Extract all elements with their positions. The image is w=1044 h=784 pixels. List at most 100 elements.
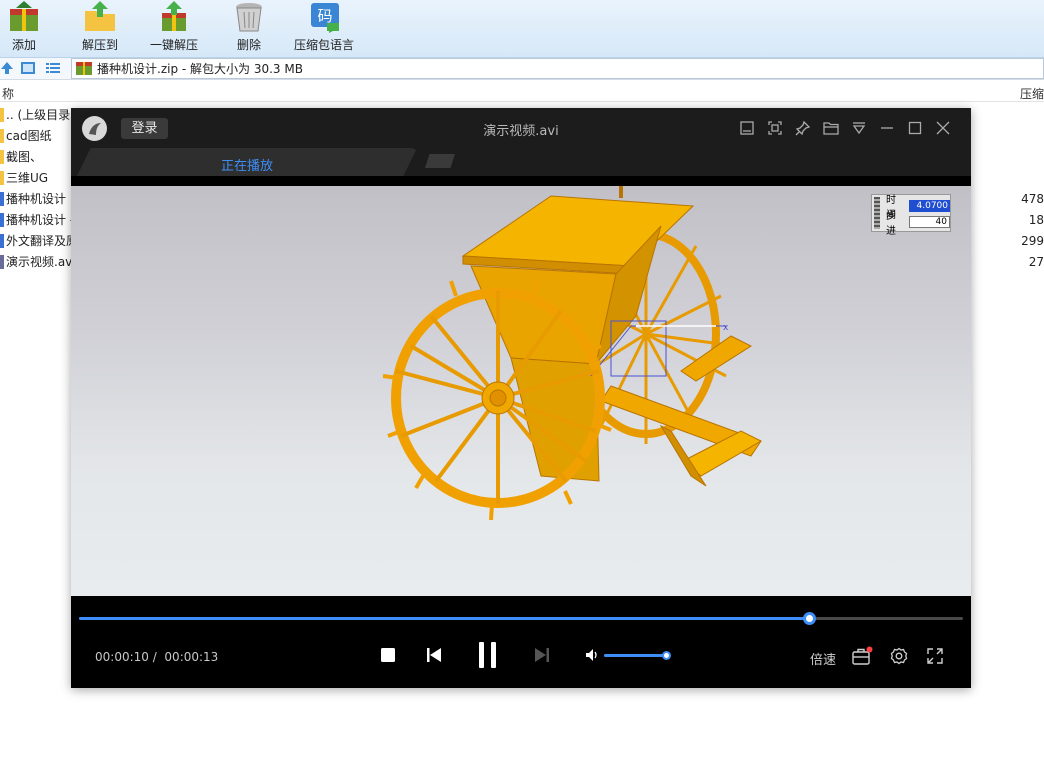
time-display: 00:00:10 / 00:00:13 — [95, 650, 218, 664]
stop-icon — [381, 648, 395, 662]
video-file-icon — [0, 254, 4, 269]
folder-icon — [0, 170, 4, 185]
volume-slider[interactable] — [604, 651, 671, 660]
login-button[interactable]: 登录 — [121, 118, 168, 139]
seeder-machine-render: x — [382, 186, 763, 521]
progress-handle[interactable] — [803, 612, 817, 625]
tab-playlist[interactable] — [425, 154, 455, 168]
time-current: 00:00:10 — [95, 650, 149, 664]
address-bar: 播种机设计.zip - 解包大小为 30.3 MB — [0, 58, 1044, 80]
pin-icon — [795, 120, 811, 136]
delete-bin-icon — [236, 3, 262, 32]
document-icon — [0, 212, 4, 227]
address-field[interactable]: 播种机设计.zip - 解包大小为 30.3 MB — [71, 58, 1044, 79]
stop-button[interactable] — [379, 646, 397, 664]
language-glyph: 码 — [317, 7, 332, 25]
window-controls — [733, 118, 957, 138]
progress-bar[interactable] — [79, 612, 963, 625]
archive-toolbar: 添加 解压到 一键解压 删除 码 压缩包语言 — [0, 0, 1044, 58]
tab-now-playing-label: 正在播放 — [220, 159, 273, 174]
player-tabbar: 正在播放 — [71, 148, 971, 176]
mini-mode-button[interactable] — [733, 118, 761, 138]
thumbnail-view-icon[interactable] — [20, 61, 36, 75]
archive-language-icon: 码 — [311, 3, 339, 33]
player-controls: 00:00:10 / 00:00:13 倍速 — [71, 596, 971, 688]
volume-handle[interactable] — [662, 651, 671, 660]
panel-grip-icon — [874, 197, 880, 229]
add-archive-icon — [10, 1, 38, 31]
time-separator: / — [152, 650, 157, 664]
delete-label: 删除 — [236, 38, 261, 52]
file-name: 三维UG — [6, 171, 49, 185]
toolbox-button[interactable] — [851, 646, 873, 666]
minimize-icon — [881, 127, 893, 129]
file-name: cad图纸 — [6, 129, 52, 143]
file-list-header: 称 压缩 — [0, 82, 1044, 102]
extract-to-icon — [85, 1, 115, 31]
previous-button[interactable] — [425, 646, 443, 664]
file-size: 18 — [1028, 212, 1044, 227]
gear-icon — [890, 647, 908, 665]
list-view-icon[interactable] — [45, 61, 61, 75]
video-frame[interactable]: x 时间 4.0700 步进 40 — [71, 186, 971, 596]
delete-button[interactable]: 删除 — [230, 0, 268, 56]
file-size: 27 — [1028, 254, 1044, 269]
pause-button[interactable] — [475, 640, 501, 670]
fullscreen-icon — [927, 648, 943, 664]
fullscreen-button[interactable] — [926, 646, 944, 666]
player-titlebar[interactable]: 登录 演示视频.avi — [71, 108, 971, 148]
folder-icon — [0, 107, 4, 122]
mute-button[interactable] — [584, 647, 600, 663]
settings-button[interactable] — [889, 646, 909, 666]
extract-to-label: 解压到 — [81, 38, 118, 52]
one-click-extract-icon — [162, 1, 186, 31]
folder-icon — [0, 149, 4, 164]
tab-now-playing[interactable]: 正在播放 — [77, 148, 417, 176]
sim-time-panel: 时间 4.0700 步进 40 — [871, 194, 951, 237]
file-name: .. (上级目录) — [6, 108, 75, 122]
add-button[interactable]: 添加 — [5, 0, 43, 56]
pause-icon — [479, 642, 496, 668]
file-name: 播种机设计 — [6, 192, 67, 206]
video-player-window: 登录 演示视频.avi 正在播放 x 时间 4.0700 步进 40 00:00… — [71, 108, 971, 688]
mini-mode-icon — [740, 121, 754, 135]
next-button[interactable] — [533, 646, 551, 664]
maximize-button[interactable] — [901, 118, 929, 138]
close-icon — [936, 121, 950, 135]
hud-step-label: 步进 — [886, 210, 896, 237]
playback-speed-button[interactable]: 倍速 — [810, 649, 836, 668]
column-name[interactable]: 称 — [2, 85, 14, 102]
archive-language-button[interactable]: 码 压缩包语言 — [292, 0, 356, 56]
zip-archive-icon — [76, 62, 92, 75]
file-size: 478 — [1021, 191, 1044, 206]
folder-open-icon — [823, 122, 839, 135]
one-click-extract-button[interactable]: 一键解压 — [148, 0, 200, 56]
minimize-button[interactable] — [873, 118, 901, 138]
address-text: 播种机设计.zip - 解包大小为 30.3 MB — [97, 62, 303, 76]
pin-button[interactable] — [789, 118, 817, 138]
file-name: 截图、 — [6, 150, 43, 164]
folder-icon — [0, 128, 4, 143]
up-arrow-icon[interactable] — [0, 60, 14, 76]
open-folder-button[interactable] — [817, 118, 845, 138]
add-label: 添加 — [11, 38, 36, 52]
close-button[interactable] — [929, 118, 957, 138]
player-logo-icon — [82, 116, 107, 141]
screenshot-button[interactable] — [761, 118, 789, 138]
time-total: 00:00:13 — [164, 650, 219, 664]
previous-icon — [427, 648, 441, 662]
maximize-icon — [908, 121, 922, 135]
progress-fill — [79, 617, 810, 620]
document-icon — [0, 233, 4, 248]
next-icon — [535, 648, 549, 662]
column-packed-size[interactable]: 压缩 — [1020, 85, 1044, 102]
extract-to-button[interactable]: 解压到 — [78, 0, 122, 56]
hud-time-value: 4.0700 — [909, 199, 950, 212]
hud-step-value: 40 — [909, 215, 950, 228]
file-name: 外文翻译及原 — [6, 234, 79, 248]
file-name: 播种机设计 - — [6, 213, 75, 227]
volume-fill — [604, 654, 666, 657]
menu-dropdown-button[interactable] — [845, 118, 873, 138]
file-size: 299 — [1021, 233, 1044, 248]
dropdown-menu-icon — [852, 122, 866, 135]
